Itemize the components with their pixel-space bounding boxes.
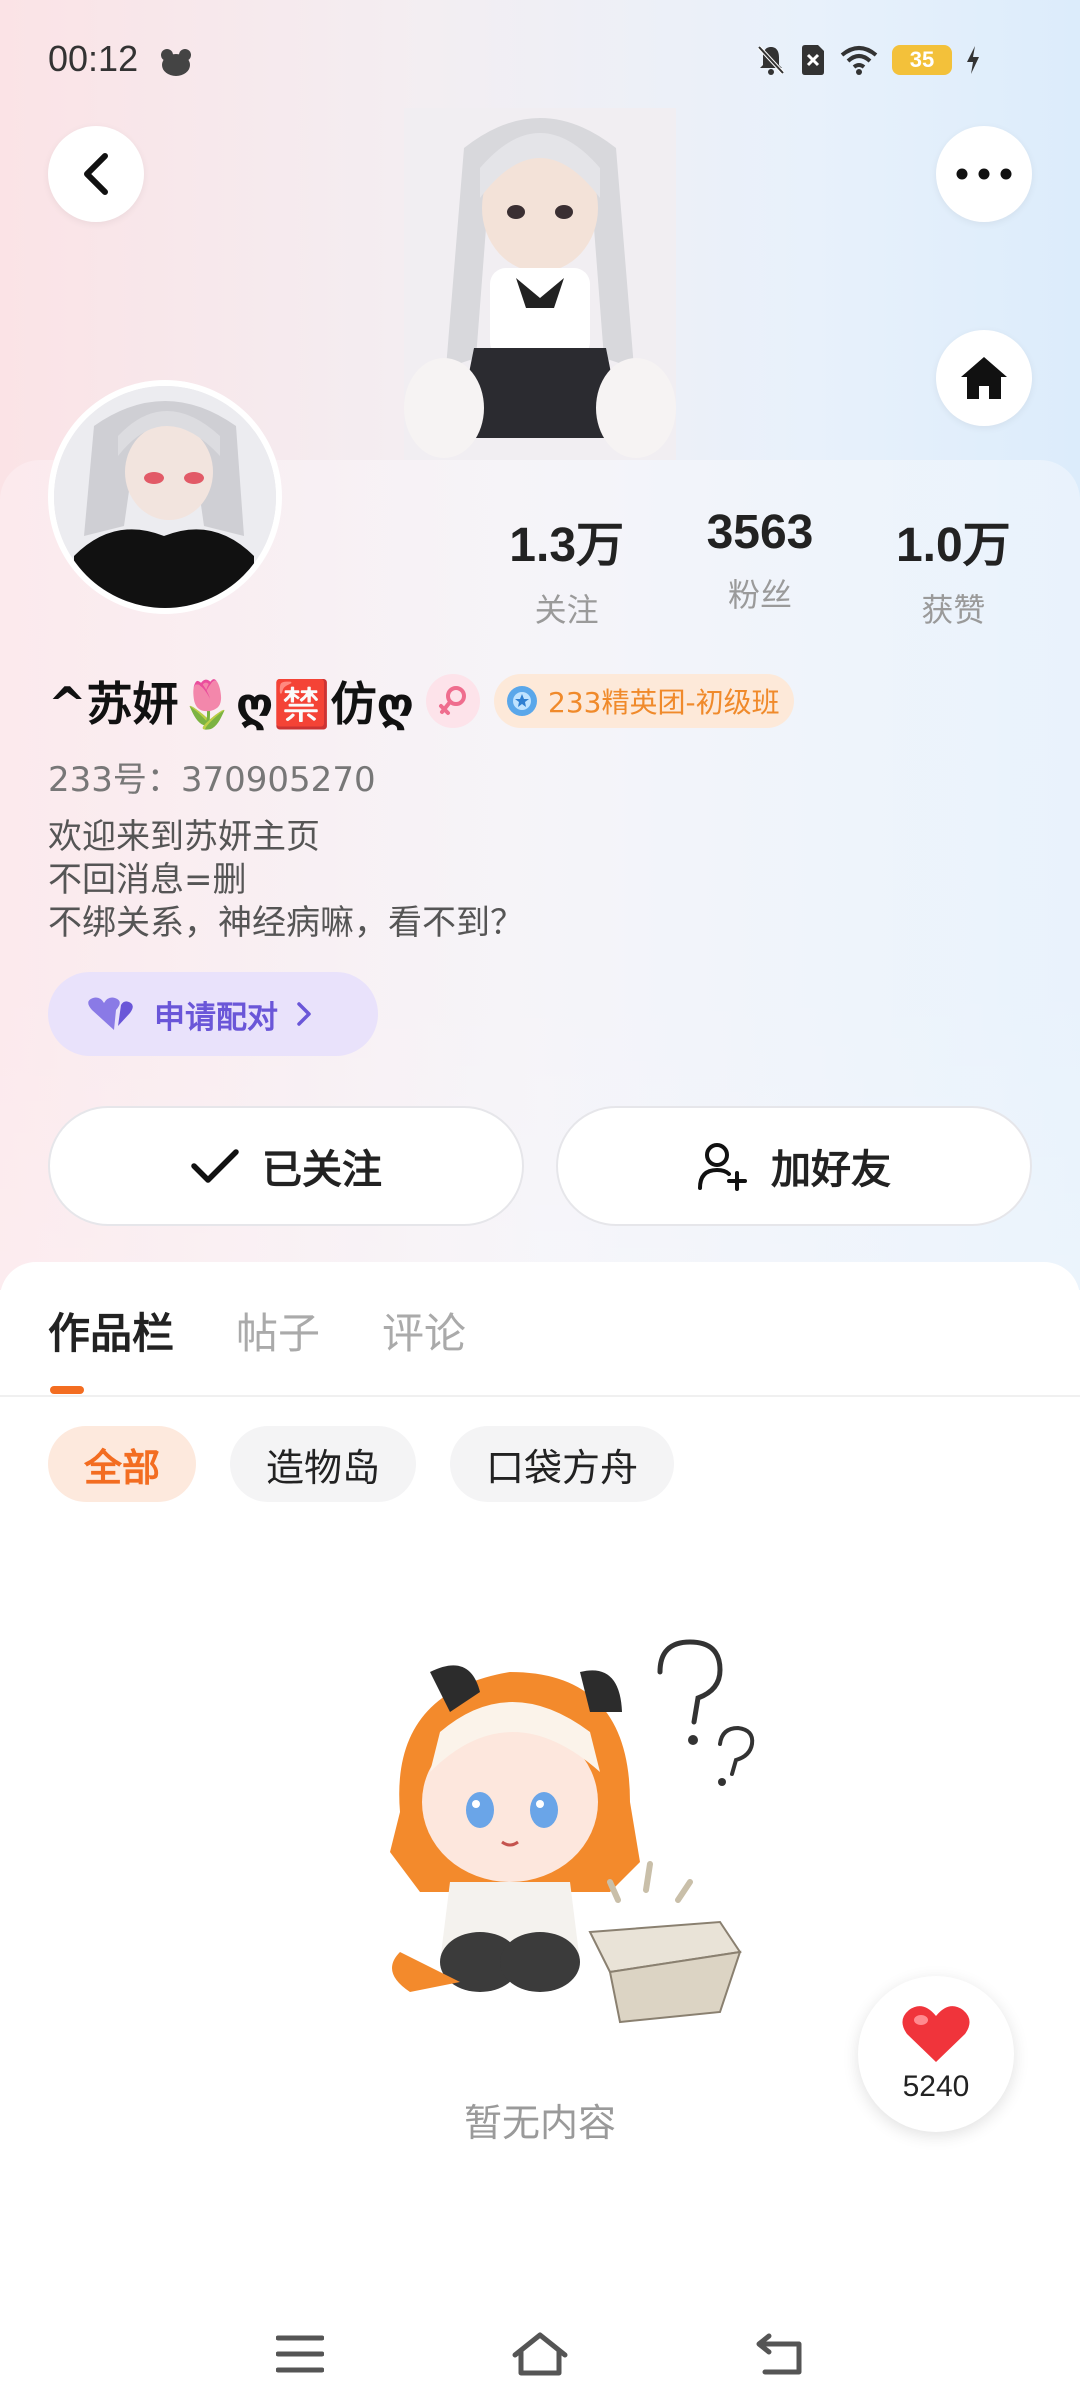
female-gender-icon: [426, 674, 481, 728]
menu-icon: [276, 2335, 324, 2373]
status-time: 00:12: [48, 38, 139, 79]
medal-icon: [507, 686, 538, 716]
avatar[interactable]: [48, 380, 282, 614]
stat-following[interactable]: 1.3万 关注: [470, 505, 663, 631]
sim-off-icon: [802, 45, 824, 75]
bear-notification-icon: [161, 49, 191, 76]
system-nav-bar: [0, 2300, 1080, 2408]
stat-value: 3563: [706, 506, 814, 559]
nav-back-button[interactable]: [748, 2324, 812, 2384]
tab-comments[interactable]: 评论: [382, 1300, 466, 1361]
following-label: 已关注: [262, 1147, 382, 1193]
divider: [0, 1395, 1080, 1397]
recent-apps-button[interactable]: [268, 2324, 332, 2384]
chip-all[interactable]: 全部: [48, 1426, 197, 1502]
like-count: 5240: [902, 2070, 970, 2103]
more-options-button[interactable]: [936, 126, 1032, 222]
check-icon: [191, 1149, 239, 1183]
name-row: ^苏妍🌷ღ🈲仿ღ 233精英团-初级班: [48, 668, 794, 734]
user-id: 233号：370905270: [48, 760, 376, 800]
request-pair-label: 申请配对: [154, 999, 278, 1036]
home-button[interactable]: [936, 330, 1032, 426]
home-icon: [961, 357, 1007, 399]
stat-value: 1.3万: [509, 519, 625, 572]
add-friend-button[interactable]: 加好友: [556, 1106, 1032, 1226]
bio-line: 不回消息=删: [48, 860, 247, 900]
tab-works[interactable]: 作品栏: [48, 1300, 174, 1361]
empty-state-illustration: [360, 1632, 760, 2032]
back-arrow-icon: [756, 2333, 802, 2375]
following-button[interactable]: 已关注: [48, 1106, 524, 1226]
tab-bar: 作品栏 帖子 评论: [48, 1300, 466, 1361]
battery-indicator: 35: [892, 45, 952, 75]
chip-pocket-ark[interactable]: 口袋方舟: [450, 1426, 675, 1502]
status-bar: 00:12 35: [0, 0, 1080, 120]
like-floating-button[interactable]: 5240: [858, 1976, 1014, 2132]
home-outline-icon: [512, 2332, 568, 2376]
bio-line: 欢迎来到苏妍主页: [48, 817, 320, 857]
mute-bell-icon: [757, 45, 785, 75]
back-button[interactable]: [48, 126, 144, 222]
content-section: 作品栏 帖子 评论 全部 造物岛 口袋方舟 暂无内容: [0, 1262, 1080, 2408]
add-friend-label: 加好友: [771, 1147, 891, 1193]
bio-line: 不绑关系，神经病嘛，看不到？: [48, 903, 524, 943]
stat-label: 粉丝: [727, 576, 792, 614]
heart-icon: [902, 2006, 970, 2062]
stat-label: 获赞: [921, 591, 986, 629]
wifi-icon: [840, 46, 878, 75]
chip-creation-island[interactable]: 造物岛: [230, 1426, 417, 1502]
stat-likes[interactable]: 1.0万 获赞: [857, 505, 1050, 631]
active-tab-indicator: [50, 1386, 84, 1394]
charging-icon: [967, 46, 979, 74]
chevron-right-icon: [297, 1002, 311, 1026]
rank-badge-text: 233精英团-初级班: [548, 686, 780, 719]
user-name: ^苏妍🌷ღ🈲仿ღ: [48, 677, 415, 731]
filter-chips: 全部 造物岛 口袋方舟: [48, 1426, 675, 1502]
tab-posts[interactable]: 帖子: [236, 1300, 320, 1361]
stat-label: 关注: [534, 591, 599, 629]
status-icons: 35: [756, 44, 980, 76]
double-heart-icon: [88, 997, 133, 1030]
rank-badge[interactable]: 233精英团-初级班: [494, 674, 794, 728]
profile-banner-image: [404, 108, 676, 460]
bio: 欢迎来到苏妍主页 不回消息=删 不绑关系，神经病嘛，看不到？: [48, 816, 524, 945]
stat-followers[interactable]: 3563 粉丝: [663, 505, 856, 631]
chevron-left-icon: [84, 153, 108, 195]
nav-home-button[interactable]: [508, 2324, 572, 2384]
request-pair-button[interactable]: 申请配对: [48, 972, 378, 1056]
stat-value: 1.0万: [895, 519, 1011, 572]
profile-stats: 1.3万 关注 3563 粉丝 1.0万 获赞: [470, 505, 1050, 631]
more-dots-icon: [956, 168, 1012, 180]
add-user-icon: [698, 1143, 747, 1191]
